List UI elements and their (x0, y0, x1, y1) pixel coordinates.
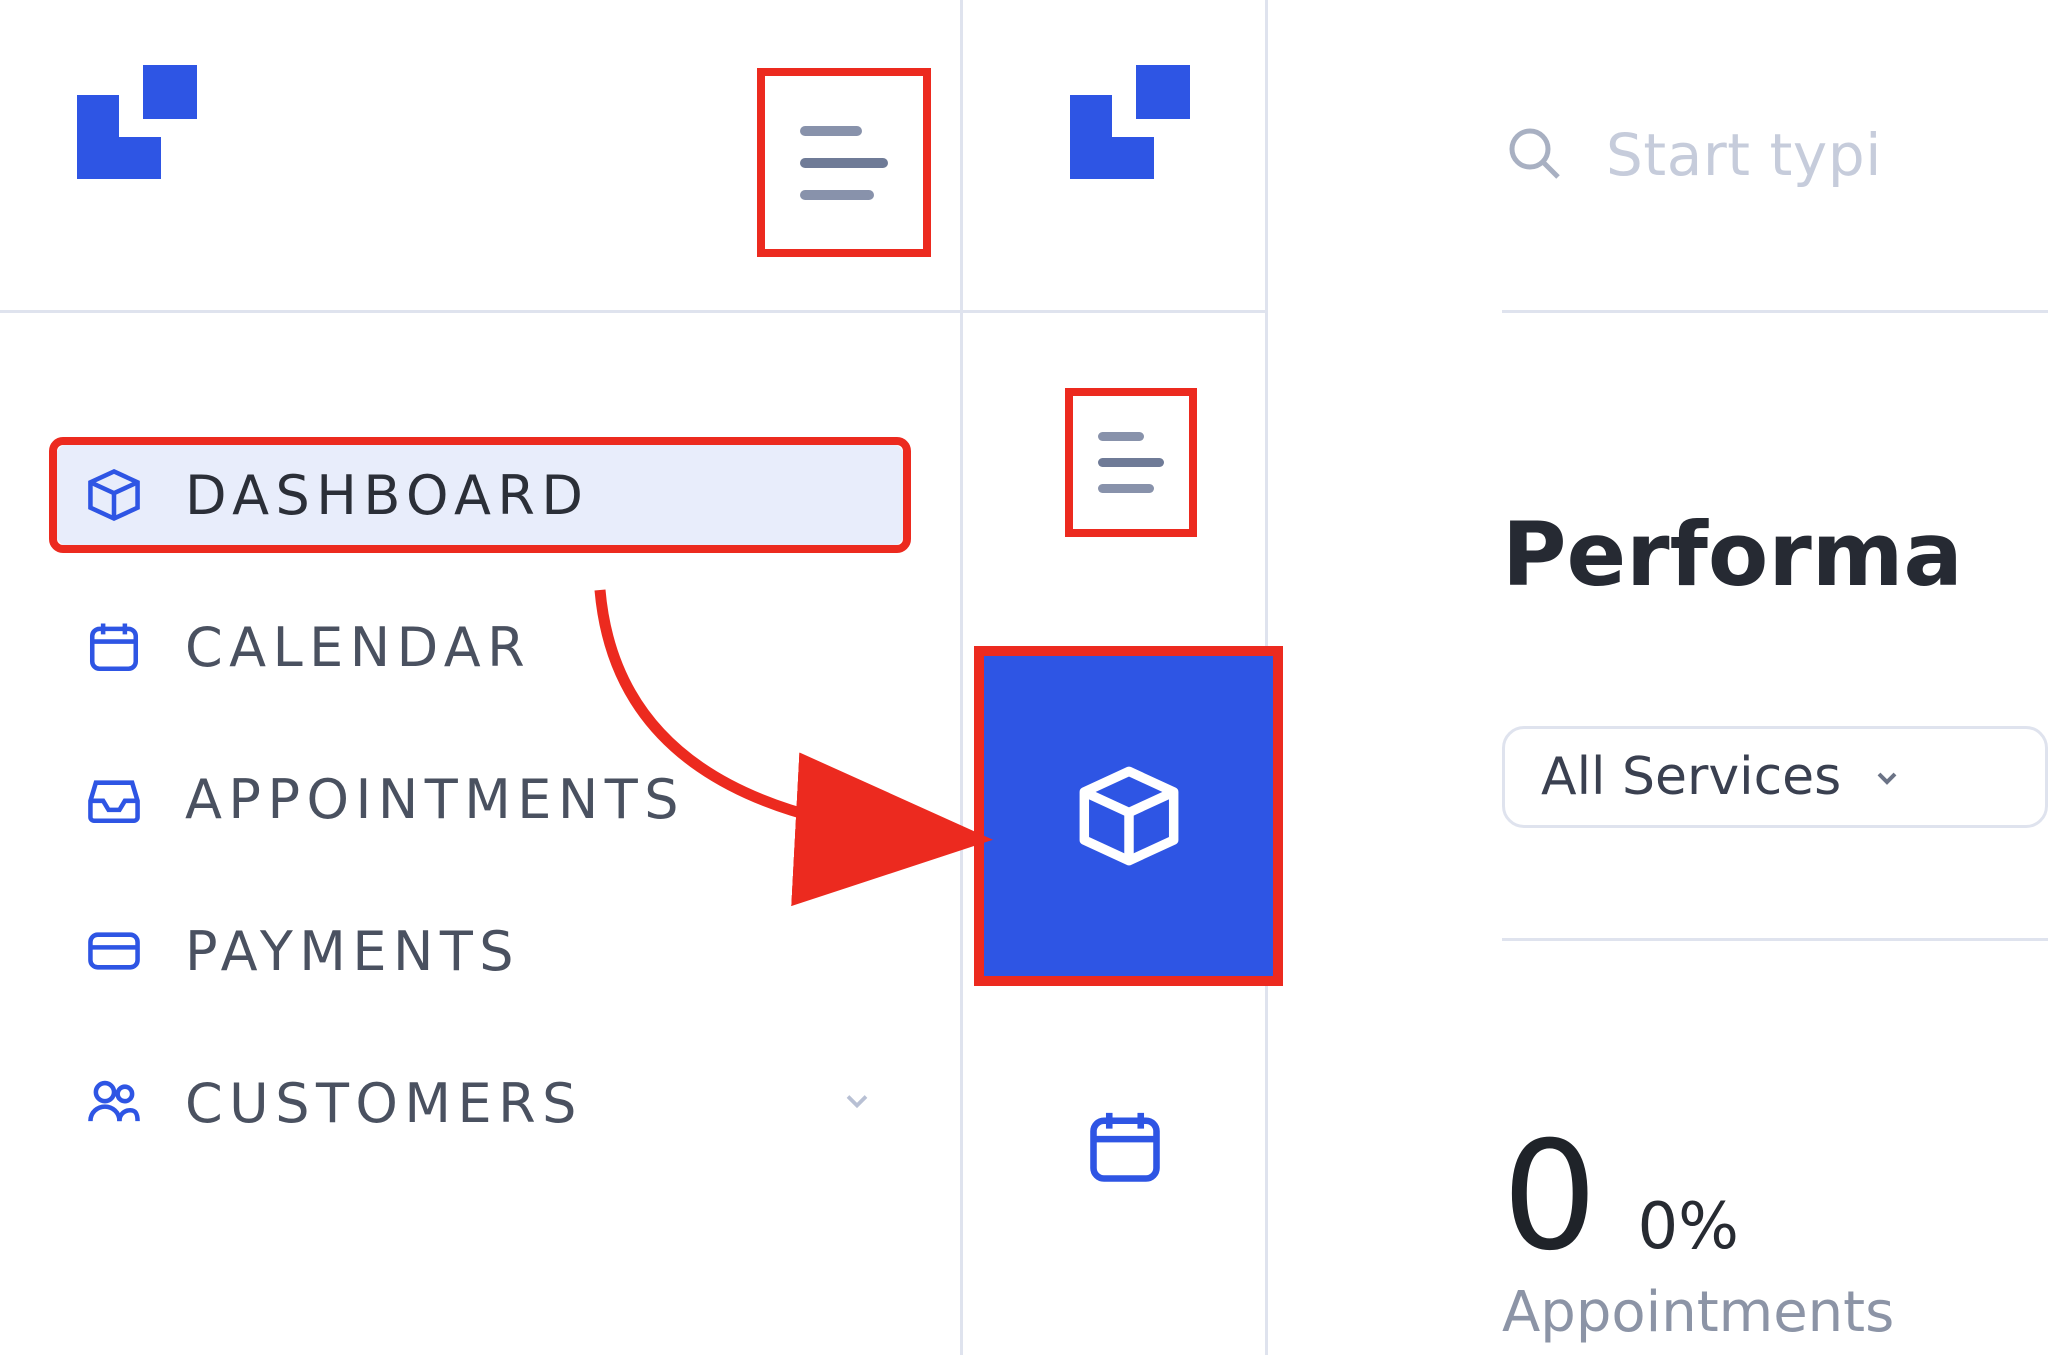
sidebar-item-label: CUSTOMERS (185, 1072, 583, 1135)
divider (1502, 938, 2048, 941)
sidebar-item-customers[interactable]: CUSTOMERS (55, 1051, 905, 1155)
app-logo (77, 65, 197, 185)
services-filter[interactable]: All Services (1502, 726, 2048, 828)
main-panel: Start typi Performa All Services 0 0% Ap… (1268, 0, 2048, 1355)
kpi-sublabel: Appointments (1502, 1280, 1894, 1345)
search-placeholder: Start typi (1606, 121, 1882, 189)
sidebar-item-label: CALENDAR (185, 616, 531, 679)
search-icon (1502, 121, 1566, 189)
card-icon (85, 922, 143, 980)
sidebar-item-dashboard[interactable]: DASHBOARD (55, 443, 905, 547)
sidebar-item-payments[interactable]: PAYMENTS (55, 899, 905, 1003)
calendar-icon (85, 618, 143, 676)
people-icon (85, 1074, 143, 1132)
calendar-icon (1083, 1105, 1167, 1189)
expand-sidebar-button[interactable] (1065, 388, 1197, 537)
sidebar-item-calendar[interactable]: CALENDAR (55, 595, 905, 699)
app-logo (1070, 65, 1190, 185)
sidebar-item-label: APPOINTMENTS (185, 768, 685, 831)
sidebar-item-label: PAYMENTS (185, 920, 520, 983)
cube-icon (85, 466, 143, 524)
page-title: Performa (1502, 503, 2048, 606)
sidebar-item-label: DASHBOARD (185, 464, 589, 527)
kpi-block: 0 0% (1502, 1122, 1739, 1272)
collapse-sidebar-button[interactable] (757, 68, 931, 257)
sidebar-collapsed-item-calendar[interactable] (1083, 1105, 1167, 1193)
sidebar-item-appointments[interactable]: APPOINTMENTS (55, 747, 905, 851)
kpi-percent: 0% (1637, 1190, 1739, 1264)
search-bar[interactable]: Start typi (1502, 0, 2048, 313)
services-filter-label: All Services (1541, 747, 1841, 807)
inbox-icon (85, 770, 143, 828)
chevron-down-icon (1871, 747, 1903, 807)
sidebar-collapsed-item-dashboard[interactable] (974, 646, 1283, 986)
kpi-value: 0 (1502, 1122, 1597, 1272)
chevron-down-icon (839, 1083, 875, 1123)
cube-icon (1074, 761, 1184, 871)
